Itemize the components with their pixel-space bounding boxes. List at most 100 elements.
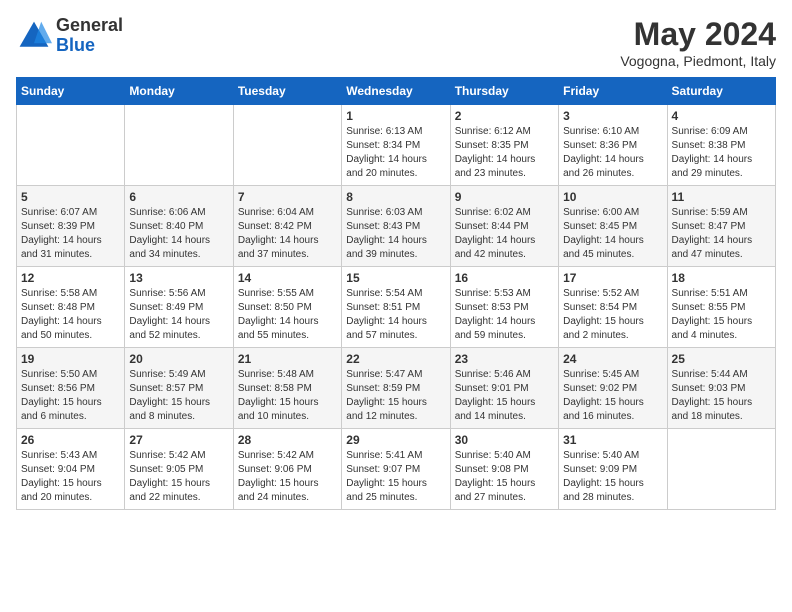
day-info: Sunrise: 5:59 AM Sunset: 8:47 PM Dayligh… xyxy=(672,206,771,262)
day-number: 7 xyxy=(238,190,337,204)
day-number: 6 xyxy=(129,190,228,204)
day-info: Sunrise: 5:40 AM Sunset: 9:08 PM Dayligh… xyxy=(455,449,554,505)
day-number: 25 xyxy=(672,352,771,366)
day-number: 16 xyxy=(455,271,554,285)
calendar-header: SundayMondayTuesdayWednesdayThursdayFrid… xyxy=(17,78,776,105)
day-number: 8 xyxy=(346,190,445,204)
day-info: Sunrise: 6:03 AM Sunset: 8:43 PM Dayligh… xyxy=(346,206,445,262)
day-cell-3: 3Sunrise: 6:10 AM Sunset: 8:36 PM Daylig… xyxy=(559,105,667,186)
calendar-subtitle: Vogogna, Piedmont, Italy xyxy=(620,53,776,69)
day-info: Sunrise: 5:49 AM Sunset: 8:57 PM Dayligh… xyxy=(129,368,228,424)
day-info: Sunrise: 6:06 AM Sunset: 8:40 PM Dayligh… xyxy=(129,206,228,262)
calendar-table: SundayMondayTuesdayWednesdayThursdayFrid… xyxy=(16,77,776,510)
day-number: 2 xyxy=(455,109,554,123)
day-cell-6: 6 Sunrise: 6:06 AM Sunset: 8:40 PM Daylig… xyxy=(125,186,233,267)
day-info: Sunrise: 5:42 AM Sunset: 9:06 PM Dayligh… xyxy=(238,449,337,505)
day-info: Sunrise: 6:04 AM Sunset: 8:42 PM Dayligh… xyxy=(238,206,337,262)
day-cell-7: 7 Sunrise: 6:04 AM Sunset: 8:42 PM Daylig… xyxy=(233,186,341,267)
day-number: 30 xyxy=(455,433,554,447)
day-info: Sunrise: 6:07 AM Sunset: 8:39 PM Dayligh… xyxy=(21,206,120,262)
day-number: 18 xyxy=(672,271,771,285)
day-header-friday: Friday xyxy=(559,78,667,105)
day-info: Sunrise: 5:53 AM Sunset: 8:53 PM Dayligh… xyxy=(455,287,554,343)
day-number: 5 xyxy=(21,190,120,204)
day-info: Sunrise: 5:51 AM Sunset: 8:55 PM Dayligh… xyxy=(672,287,771,343)
logo: General Blue xyxy=(16,16,123,56)
day-info: Sunrise: 5:44 AM Sunset: 9:03 PM Dayligh… xyxy=(672,368,771,424)
day-number: 9 xyxy=(455,190,554,204)
day-info: Sunrise: 5:40 AM Sunset: 9:09 PM Dayligh… xyxy=(563,449,662,505)
day-cell-4: 4 Sunrise: 6:09 AM Sunset: 8:38 PM Daylig… xyxy=(667,105,775,186)
day-number: 1 xyxy=(346,109,445,123)
day-number: 20 xyxy=(129,352,228,366)
day-cell-19: 19 Sunrise: 5:50 AM Sunset: 8:56 PM Dayli… xyxy=(17,348,125,429)
day-cell-16: 16 Sunrise: 5:53 AM Sunset: 8:53 PM Dayli… xyxy=(450,267,558,348)
day-cell-21: 21 Sunrise: 5:48 AM Sunset: 8:58 PM Dayli… xyxy=(233,348,341,429)
day-number: 31 xyxy=(563,433,662,447)
logo-blue: Blue xyxy=(56,36,123,56)
day-cell-25: 25 Sunrise: 5:44 AM Sunset: 9:03 PM Dayli… xyxy=(667,348,775,429)
day-number: 4 xyxy=(672,109,771,123)
calendar-title: May 2024 xyxy=(620,16,776,53)
title-block: May 2024 Vogogna, Piedmont, Italy xyxy=(620,16,776,69)
day-info: Sunrise: 5:46 AM Sunset: 9:01 PM Dayligh… xyxy=(455,368,554,424)
days-of-week-row: SundayMondayTuesdayWednesdayThursdayFrid… xyxy=(17,78,776,105)
day-number: 28 xyxy=(238,433,337,447)
day-cell-9: 9 Sunrise: 6:02 AM Sunset: 8:44 PM Daylig… xyxy=(450,186,558,267)
day-number: 26 xyxy=(21,433,120,447)
day-info: Sunrise: 5:45 AM Sunset: 9:02 PM Dayligh… xyxy=(563,368,662,424)
day-cell-30: 30 Sunrise: 5:40 AM Sunset: 9:08 PM Dayli… xyxy=(450,429,558,510)
day-number: 15 xyxy=(346,271,445,285)
day-cell-28: 28 Sunrise: 5:42 AM Sunset: 9:06 PM Dayli… xyxy=(233,429,341,510)
day-header-monday: Monday xyxy=(125,78,233,105)
day-cell-8: 8 Sunrise: 6:03 AM Sunset: 8:43 PM Daylig… xyxy=(342,186,450,267)
day-info: Sunrise: 6:02 AM Sunset: 8:44 PM Dayligh… xyxy=(455,206,554,262)
day-number: 21 xyxy=(238,352,337,366)
empty-cell xyxy=(667,429,775,510)
logo-general: General xyxy=(56,16,123,36)
day-info: Sunrise: 6:13 AM Sunset: 8:34 PM Dayligh… xyxy=(346,125,445,181)
week-row-3: 12 Sunrise: 5:58 AM Sunset: 8:48 PM Dayli… xyxy=(17,267,776,348)
day-cell-18: 18 Sunrise: 5:51 AM Sunset: 8:55 PM Dayli… xyxy=(667,267,775,348)
day-info: Sunrise: 5:47 AM Sunset: 8:59 PM Dayligh… xyxy=(346,368,445,424)
day-cell-15: 15Sunrise: 5:54 AM Sunset: 8:51 PM Dayli… xyxy=(342,267,450,348)
day-cell-13: 13Sunrise: 5:56 AM Sunset: 8:49 PM Dayli… xyxy=(125,267,233,348)
day-info: Sunrise: 5:56 AM Sunset: 8:49 PM Dayligh… xyxy=(129,287,228,343)
day-cell-14: 14Sunrise: 5:55 AM Sunset: 8:50 PM Dayli… xyxy=(233,267,341,348)
calendar-body: 1 Sunrise: 6:13 AM Sunset: 8:34 PM Daylig… xyxy=(17,105,776,510)
day-info: Sunrise: 6:00 AM Sunset: 8:45 PM Dayligh… xyxy=(563,206,662,262)
day-number: 12 xyxy=(21,271,120,285)
day-number: 10 xyxy=(563,190,662,204)
day-number: 29 xyxy=(346,433,445,447)
day-number: 19 xyxy=(21,352,120,366)
week-row-5: 26 Sunrise: 5:43 AM Sunset: 9:04 PM Dayli… xyxy=(17,429,776,510)
day-header-sunday: Sunday xyxy=(17,78,125,105)
day-info: Sunrise: 5:52 AM Sunset: 8:54 PM Dayligh… xyxy=(563,287,662,343)
day-cell-1: 1 Sunrise: 6:13 AM Sunset: 8:34 PM Daylig… xyxy=(342,105,450,186)
day-cell-5: 5 Sunrise: 6:07 AM Sunset: 8:39 PM Daylig… xyxy=(17,186,125,267)
day-cell-20: 20 Sunrise: 5:49 AM Sunset: 8:57 PM Dayli… xyxy=(125,348,233,429)
day-cell-17: 17Sunrise: 5:52 AM Sunset: 8:54 PM Dayli… xyxy=(559,267,667,348)
day-info: Sunrise: 5:48 AM Sunset: 8:58 PM Dayligh… xyxy=(238,368,337,424)
day-info: Sunrise: 6:12 AM Sunset: 8:35 PM Dayligh… xyxy=(455,125,554,181)
week-row-2: 5 Sunrise: 6:07 AM Sunset: 8:39 PM Daylig… xyxy=(17,186,776,267)
day-number: 11 xyxy=(672,190,771,204)
week-row-1: 1 Sunrise: 6:13 AM Sunset: 8:34 PM Daylig… xyxy=(17,105,776,186)
day-info: Sunrise: 6:10 AM Sunset: 8:36 PM Dayligh… xyxy=(563,125,662,181)
day-cell-23: 23 Sunrise: 5:46 AM Sunset: 9:01 PM Dayli… xyxy=(450,348,558,429)
day-info: Sunrise: 5:41 AM Sunset: 9:07 PM Dayligh… xyxy=(346,449,445,505)
day-cell-26: 26 Sunrise: 5:43 AM Sunset: 9:04 PM Dayli… xyxy=(17,429,125,510)
day-info: Sunrise: 5:42 AM Sunset: 9:05 PM Dayligh… xyxy=(129,449,228,505)
empty-cell xyxy=(125,105,233,186)
day-info: Sunrise: 5:43 AM Sunset: 9:04 PM Dayligh… xyxy=(21,449,120,505)
day-cell-11: 11 Sunrise: 5:59 AM Sunset: 8:47 PM Dayli… xyxy=(667,186,775,267)
day-info: Sunrise: 5:50 AM Sunset: 8:56 PM Dayligh… xyxy=(21,368,120,424)
day-header-saturday: Saturday xyxy=(667,78,775,105)
header: General Blue May 2024 Vogogna, Piedmont,… xyxy=(16,16,776,69)
day-number: 23 xyxy=(455,352,554,366)
day-cell-29: 29 Sunrise: 5:41 AM Sunset: 9:07 PM Dayli… xyxy=(342,429,450,510)
day-info: Sunrise: 6:09 AM Sunset: 8:38 PM Dayligh… xyxy=(672,125,771,181)
day-number: 24 xyxy=(563,352,662,366)
day-number: 22 xyxy=(346,352,445,366)
day-info: Sunrise: 5:58 AM Sunset: 8:48 PM Dayligh… xyxy=(21,287,120,343)
